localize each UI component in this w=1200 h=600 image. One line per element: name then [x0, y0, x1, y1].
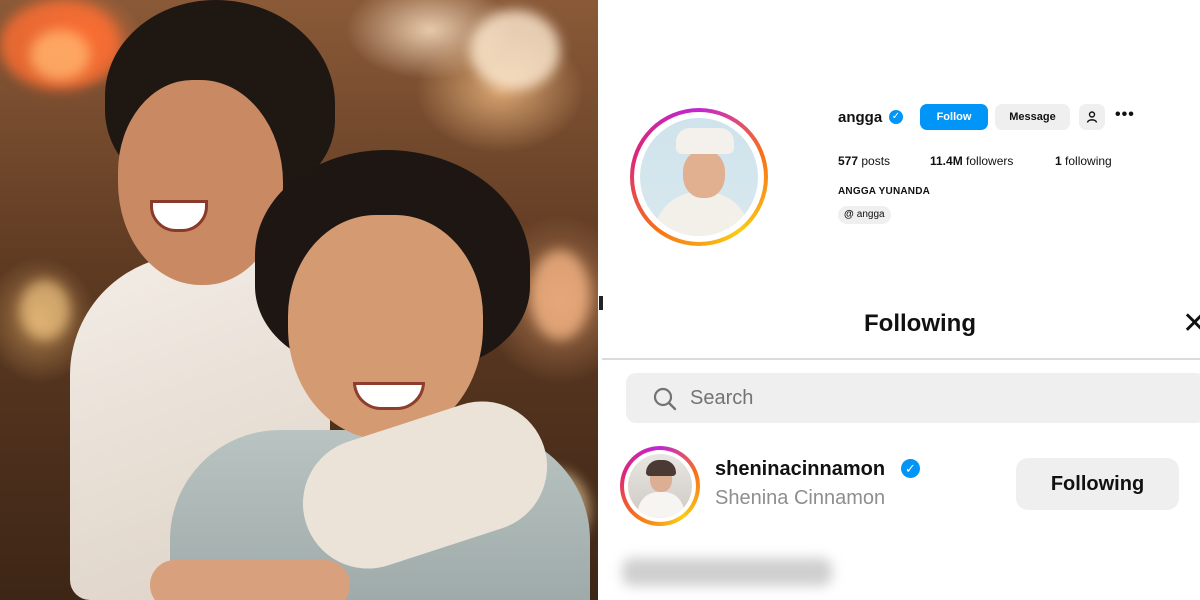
couple-photo [0, 0, 598, 600]
followers-label: followers [966, 154, 1014, 168]
posts-count: 577 [838, 154, 859, 168]
follow-button[interactable]: Follow [920, 104, 988, 130]
close-icon[interactable]: ✕ [1182, 306, 1200, 342]
blurred-list-item [622, 558, 832, 586]
followers-stat[interactable]: 11.4M followers [930, 154, 1013, 168]
posts-stat: 577 posts [838, 154, 890, 168]
followers-count: 11.4M [930, 154, 963, 168]
add-person-icon[interactable] [1079, 104, 1105, 130]
following-modal [602, 298, 1200, 600]
search-icon [653, 387, 677, 411]
following-label: following [1065, 154, 1112, 168]
threads-handle: angga [856, 209, 885, 220]
modal-divider [602, 358, 1200, 360]
profile-avatar[interactable] [630, 108, 768, 246]
modal-edge [599, 296, 603, 310]
profile-full-name: ANGGA YUNANDA [838, 186, 931, 197]
following-stat[interactable]: 1 following [1055, 154, 1112, 168]
posts-label: posts [861, 154, 891, 168]
hand [150, 560, 350, 600]
message-button[interactable]: Message [995, 104, 1070, 130]
modal-title: Following [864, 310, 976, 337]
list-item-avatar[interactable] [620, 446, 700, 526]
more-icon[interactable]: ••• [1115, 106, 1135, 124]
search-input[interactable] [690, 382, 1170, 414]
verified-badge-icon: ✓ [901, 459, 920, 478]
following-count: 1 [1055, 154, 1062, 168]
profile-username: angga [838, 109, 883, 126]
threads-icon: @ [844, 209, 854, 220]
threads-link[interactable]: @ angga [838, 206, 891, 224]
following-button[interactable]: Following [1016, 458, 1179, 510]
verified-badge-icon: ✓ [889, 110, 903, 124]
list-item-full-name: Shenina Cinnamon [715, 487, 886, 509]
list-item-username[interactable]: sheninacinnamon [715, 458, 885, 481]
